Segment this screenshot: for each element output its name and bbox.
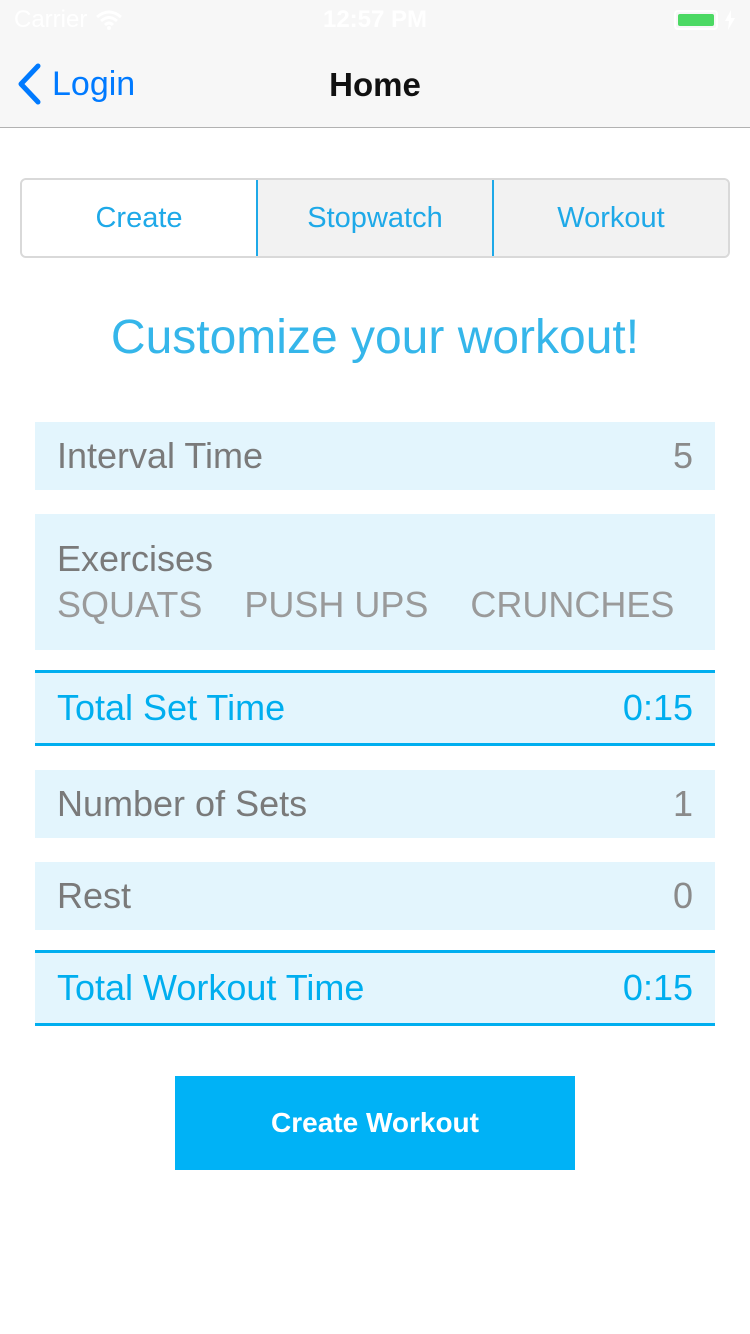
rest-label: Rest (57, 875, 132, 916)
interval-time-label: Interval Time (57, 435, 264, 476)
number-of-sets-label: Number of Sets (57, 783, 308, 824)
rest-row[interactable]: Rest 0 (35, 862, 715, 930)
number-of-sets-value: 1 (672, 783, 693, 824)
total-set-time-label: Total Set Time (57, 687, 286, 728)
number-of-sets-row[interactable]: Number of Sets 1 (35, 770, 715, 838)
segmented-control: Create Stopwatch Workout (20, 178, 730, 258)
battery-fill (678, 14, 714, 26)
total-workout-time-value: 0:15 (622, 967, 693, 1008)
tab-create[interactable]: Create (22, 180, 256, 256)
total-set-time-value: 0:15 (622, 687, 693, 728)
total-workout-time-label: Total Workout Time (57, 967, 365, 1008)
exercises-row[interactable]: Exercises SQUATS PUSH UPS CRUNCHES (35, 514, 715, 650)
exercises-label: Exercises (57, 538, 214, 579)
interval-time-value: 5 (672, 435, 693, 476)
total-workout-time-row: Total Workout Time 0:15 (35, 950, 715, 1026)
total-set-time-row: Total Set Time 0:15 (35, 670, 715, 746)
exercise-list: SQUATS PUSH UPS CRUNCHES (57, 584, 693, 626)
tab-stopwatch[interactable]: Stopwatch (256, 180, 492, 256)
page-title: Home (329, 66, 421, 103)
section-heading: Customize your workout! (110, 311, 640, 364)
navigation-bar: Login Home (0, 40, 750, 128)
exercise-item-crunches: CRUNCHES (470, 584, 675, 625)
tab-workout[interactable]: Workout (492, 180, 728, 256)
interval-time-row[interactable]: Interval Time 5 (35, 422, 715, 490)
battery-icon (674, 10, 718, 30)
status-bar: Carrier 12:57 PM (0, 0, 750, 40)
status-time: 12:57 PM (322, 6, 428, 33)
rest-value: 0 (672, 875, 693, 916)
charging-bolt-icon (725, 10, 735, 30)
battery-indicator (674, 10, 736, 30)
create-workout-button[interactable]: Create Workout (175, 1076, 575, 1170)
exercise-item-squats: SQUATS (57, 584, 203, 625)
exercise-item-push-ups: PUSH UPS (244, 584, 429, 625)
